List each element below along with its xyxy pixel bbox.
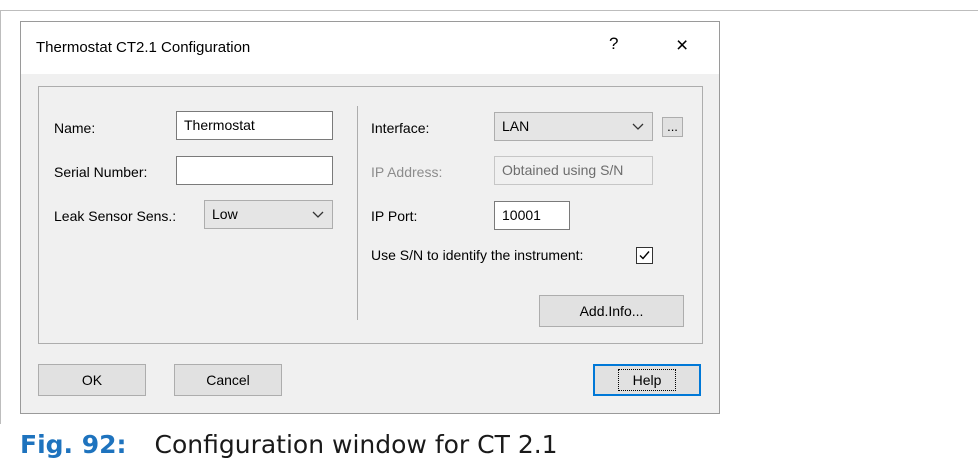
ip-address-label: IP Address:: [371, 164, 443, 180]
cancel-button[interactable]: Cancel: [174, 364, 282, 396]
name-label: Name:: [54, 120, 96, 136]
interface-value: LAN: [502, 118, 530, 134]
configuration-dialog: Thermostat CT2.1 Configuration ? × Name:…: [20, 21, 720, 414]
leak-sensor-select[interactable]: Low: [204, 200, 333, 229]
check-icon: [639, 251, 650, 260]
leak-sensor-value: Low: [212, 206, 238, 222]
dialog-titlebar: Thermostat CT2.1 Configuration ? ×: [21, 22, 719, 74]
help-button[interactable]: Help: [593, 364, 701, 396]
page-frame-top: [0, 10, 978, 11]
page-frame-left: [0, 10, 1, 424]
help-button-label: Help: [617, 369, 677, 391]
use-sn-label: Use S/N to identify the instrument:: [371, 247, 584, 263]
figure-caption-text: Configuration window for CT 2.1: [154, 430, 558, 459]
column-divider: [357, 106, 358, 320]
serial-number-input[interactable]: [176, 156, 333, 185]
figure-caption: Fig. 92: Configuration window for CT 2.1: [20, 430, 558, 459]
serial-number-label: Serial Number:: [54, 164, 148, 180]
ip-port-input[interactable]: 10001: [494, 201, 570, 230]
ip-address-input: Obtained using S/N: [494, 156, 653, 185]
ok-button[interactable]: OK: [38, 364, 146, 396]
name-input[interactable]: Thermostat: [176, 111, 333, 140]
figure-number: Fig. 92:: [20, 430, 127, 459]
close-button[interactable]: ×: [676, 34, 688, 58]
chevron-down-icon: [632, 113, 644, 149]
ip-port-label: IP Port:: [371, 208, 418, 224]
help-title-button[interactable]: ?: [609, 34, 618, 54]
add-info-button[interactable]: Add.Info...: [539, 295, 684, 327]
dialog-title: Thermostat CT2.1 Configuration: [36, 39, 251, 56]
interface-label: Interface:: [371, 120, 430, 136]
leak-sensor-label: Leak Sensor Sens.:: [54, 208, 177, 224]
interface-select[interactable]: LAN: [494, 112, 653, 141]
use-sn-checkbox[interactable]: [636, 247, 653, 264]
interface-settings-button[interactable]: ...: [662, 117, 683, 137]
chevron-down-icon: [312, 201, 324, 237]
